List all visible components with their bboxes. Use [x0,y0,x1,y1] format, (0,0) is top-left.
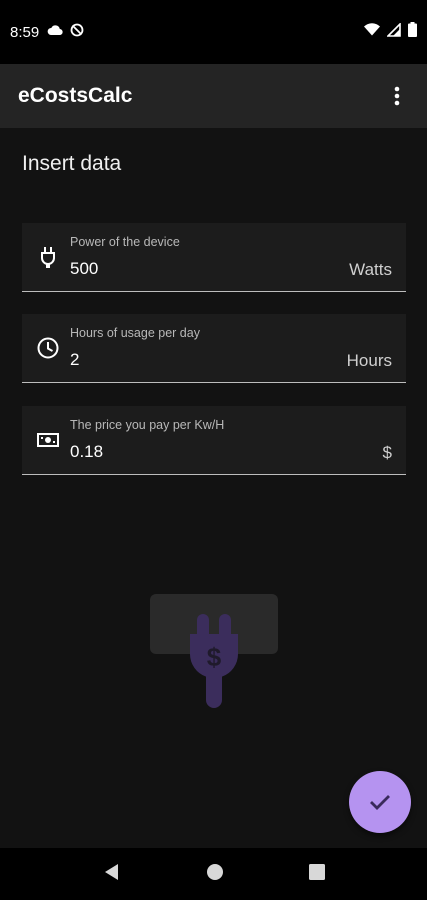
battery-icon [408,22,417,42]
more-options-button[interactable] [385,84,409,108]
home-icon[interactable] [206,863,224,886]
clock-icon [36,336,60,360]
money-icon [36,428,60,452]
recents-icon[interactable] [308,863,325,885]
status-time: 8:59 [10,23,40,41]
more-vert-icon [394,86,400,106]
price-unit: $ [382,443,392,462]
wifi-icon [364,23,380,41]
power-unit: Watts [349,260,392,279]
svg-text:$: $ [207,642,222,672]
plug-icon [36,245,60,269]
app-bar: eCostsCalc [0,64,427,128]
power-field-label: Power of the device [70,235,180,249]
hours-field[interactable]: Hours of usage per day Hours [22,314,406,383]
back-icon[interactable] [103,863,121,886]
power-field[interactable]: Power of the device Watts [22,223,406,292]
app-title: eCostsCalc [18,84,133,107]
plug-dollar-icon: $ [148,592,280,708]
price-field-label: The price you pay per Kw/H [70,418,225,432]
hours-field-label: Hours of usage per day [70,326,200,340]
check-icon [370,795,390,810]
power-input[interactable] [70,259,310,279]
hours-unit: Hours [346,351,392,370]
calculate-fab-button[interactable] [349,771,411,833]
price-input[interactable] [70,442,310,462]
no-sync-icon [70,23,84,42]
cloud-icon [47,23,63,41]
hours-input[interactable] [70,350,310,370]
navigation-bar [0,848,427,900]
signal-icon [386,21,401,42]
section-title: Insert data [22,152,122,175]
status-bar: 8:59 [0,0,427,64]
price-field[interactable]: The price you pay per Kw/H $ [22,406,406,475]
